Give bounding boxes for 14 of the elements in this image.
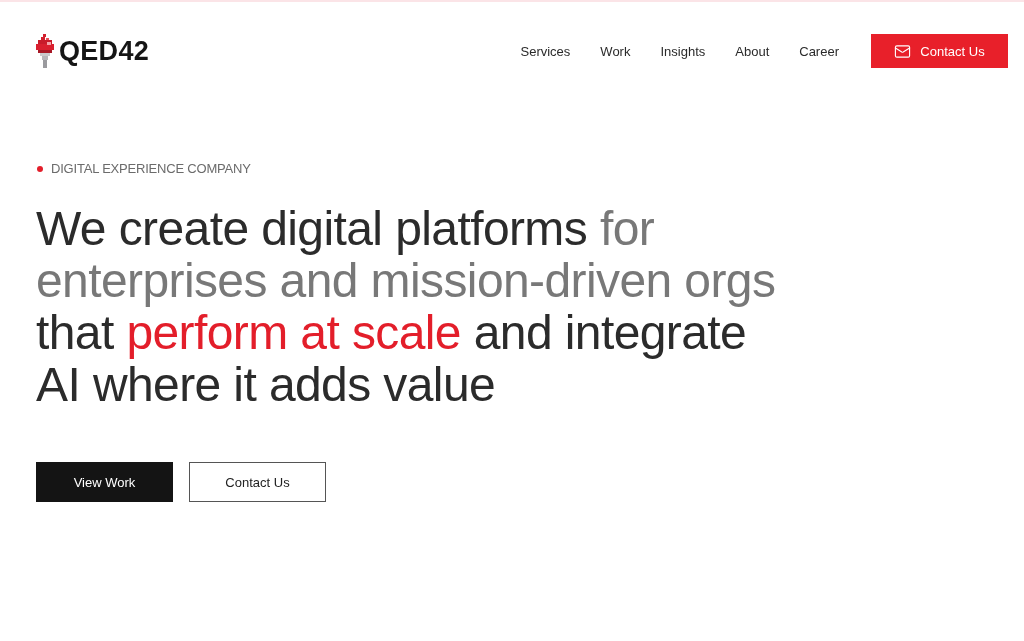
primary-button[interactable]: View Work (36, 462, 173, 502)
nav-link[interactable]: About (735, 43, 770, 59)
nav-link[interactable]: Work (600, 43, 631, 59)
bullet-dot-icon (37, 165, 43, 172)
outline-button[interactable]: Contact Us (189, 462, 326, 502)
nav-link[interactable]: Career (799, 43, 839, 59)
hero-headline: We create digital platforms for enterprises and mission-driven orgs that perform at scale and integrate AI where it adds value (36, 203, 776, 411)
logo-wordmark[interactable]: QED42 (59, 35, 150, 67)
contact-us-button[interactable]: Contact Us (871, 34, 1008, 68)
envelope-icon (894, 42, 912, 60)
nav-link[interactable]: Insights (660, 43, 706, 59)
nav-link[interactable]: Services (520, 43, 571, 59)
eyebrow-text: DIGITAL EXPERIENCE COMPANY (51, 161, 251, 176)
torch-logo-icon (36, 34, 54, 68)
